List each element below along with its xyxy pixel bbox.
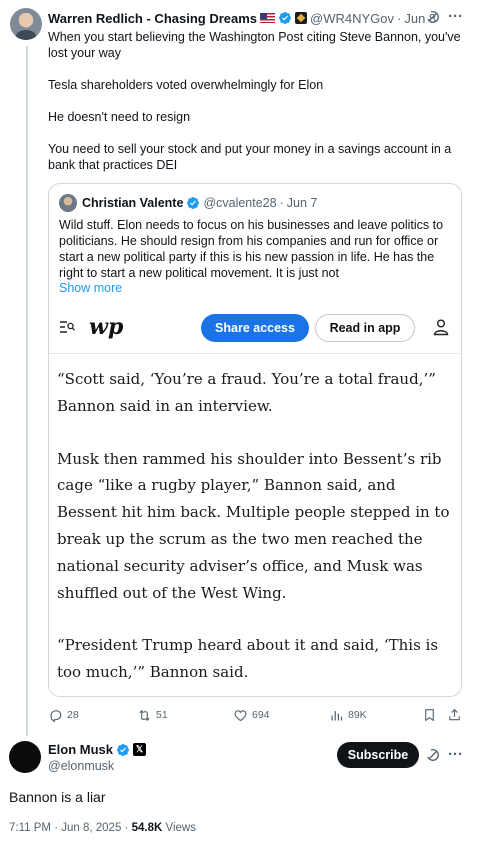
subscribe-button[interactable]: Subscribe (337, 742, 419, 768)
views-count: 89K (348, 709, 367, 721)
show-more-link[interactable]: Show more (59, 281, 122, 295)
verified-icon (279, 12, 291, 24)
tweet2-text: Bannon is a liar (9, 789, 106, 805)
separator-dot: · (279, 196, 284, 210)
author-name[interactable]: Warren Redlich - Chasing Dreams (48, 11, 257, 26)
repost-icon (139, 709, 150, 721)
more-icon[interactable]: ··· (448, 8, 463, 25)
share-icon[interactable] (447, 706, 462, 724)
tweet-header: Warren Redlich - Chasing Dreams @WR4NYGo… (48, 9, 436, 27)
tweet-date[interactable]: Jun 8, 2025 (61, 822, 121, 834)
verified-icon (117, 743, 129, 756)
tweet-action-bar: 28 51 694 89K (48, 706, 468, 726)
tweet2-header: Elon Musk 𝕏 (48, 742, 147, 757)
quoted-author-name: Christian Valente (82, 196, 184, 210)
tweet-paragraph: When you start believing the Washington … (48, 30, 461, 60)
verified-icon (187, 197, 200, 209)
tweet2-meta: 7:11 PM · Jun 8, 2025 · 54.8K Views (9, 822, 196, 834)
article-paragraph: “Scott said, ‘You’re a fraud. You’re a t… (57, 370, 436, 415)
user-icon (433, 319, 449, 336)
quoted-tweet-header: Christian Valente @cvalente28 · Jun 7 (59, 194, 317, 212)
thread-line (26, 46, 28, 736)
affiliate-badge-icon (295, 12, 308, 24)
share-access-button: Share access (201, 314, 309, 342)
tweet-body: When you start believing the Washington … (48, 29, 468, 189)
grok-icon[interactable] (425, 747, 441, 763)
quoted-avatar (59, 194, 77, 212)
author-handle[interactable]: @WR4NYGov (310, 11, 394, 26)
article-paragraph: Musk then rammed his shoulder into Besse… (57, 449, 450, 602)
tweet-paragraph: Tesla shareholders voted overwhelmingly … (48, 78, 324, 92)
avatar-elon[interactable] (9, 741, 41, 773)
grok-icon[interactable] (425, 9, 441, 25)
article-paragraph: “President Trump heard about it and said… (57, 636, 439, 682)
tweet-paragraph: He doesn't need to resign (48, 110, 191, 124)
repost-count: 51 (156, 709, 168, 721)
more-icon[interactable]: ··· (448, 746, 463, 763)
reply-count: 28 (67, 709, 79, 721)
wp-header-bar: wp Share access Read in app (49, 304, 461, 354)
like-button[interactable]: 694 (233, 706, 270, 724)
avatar[interactable] (10, 8, 42, 40)
separator-dot: · (397, 10, 402, 26)
repost-button[interactable]: 51 (137, 706, 168, 724)
views-count: 54.8K (131, 822, 163, 834)
quoted-media-image[interactable]: wp Share access Read in app “Scott said,… (49, 304, 461, 696)
tweet-time[interactable]: 7:11 PM (9, 822, 51, 834)
x-badge-icon: 𝕏 (133, 743, 147, 756)
separator-dot: · (54, 822, 59, 834)
quoted-tweet-date: Jun 7 (286, 196, 318, 210)
article-excerpt: “Scott said, ‘You’re a fraud. You’re a t… (57, 366, 457, 696)
tweet-paragraph: You need to sell your stock and put your… (48, 142, 452, 172)
read-in-app-button: Read in app (315, 314, 415, 342)
author-name[interactable]: Elon Musk (48, 742, 113, 757)
quoted-tweet-text: Wild stuff. Elon needs to focus on his b… (59, 218, 444, 280)
bookmark-icon[interactable] (422, 706, 437, 724)
quoted-author-handle: @cvalente28 (203, 196, 277, 210)
quoted-tweet-card[interactable]: Christian Valente @cvalente28 · Jun 7 Wi… (48, 183, 462, 697)
like-count: 694 (252, 709, 270, 721)
views-button[interactable]: 89K (329, 706, 367, 724)
flag-us-icon (260, 13, 276, 23)
views-label: Views (165, 822, 196, 834)
separator-dot: · (124, 822, 129, 834)
views-icon (331, 710, 343, 720)
reply-icon (50, 709, 62, 723)
wp-logo: wp (89, 314, 124, 340)
like-icon (234, 709, 247, 721)
author-handle[interactable]: @elonmusk (48, 759, 114, 773)
menu-search-icon (60, 321, 75, 333)
reply-button[interactable]: 28 (48, 706, 79, 724)
